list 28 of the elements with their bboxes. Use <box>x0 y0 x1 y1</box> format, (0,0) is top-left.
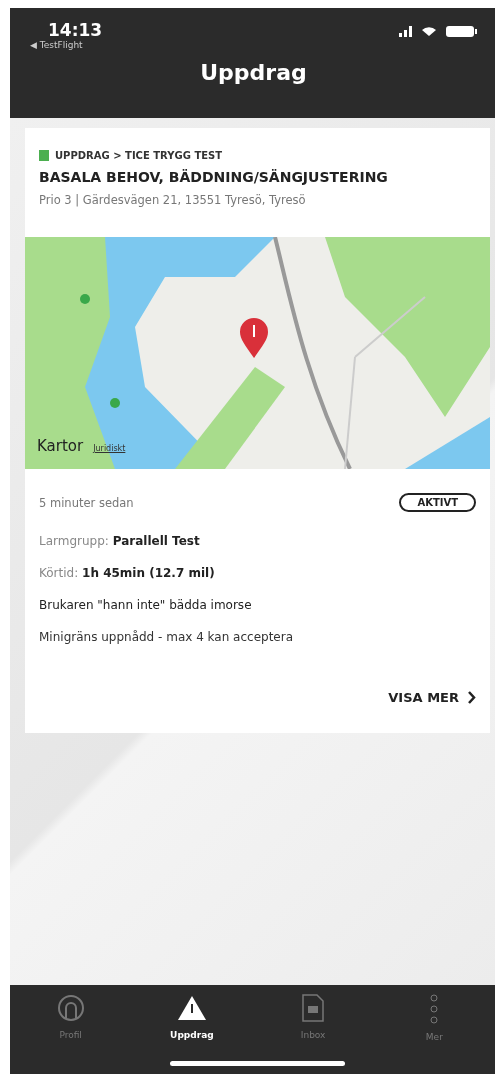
status-time: 14:13 <box>48 20 103 40</box>
assignment-address: Prio 3 | Gärdesvägen 21, 13551 Tyresö, Tyresö <box>39 193 307 207</box>
detail-line: Larmgrupp: Parallell Test <box>39 534 201 548</box>
status-badge: AKTIVT <box>399 493 476 512</box>
legal-link[interactable]: Juridiskt <box>93 444 126 453</box>
back-to-app-link[interactable]: ◀ TestFlight <box>30 40 103 50</box>
screen-title: Uppdrag <box>199 60 308 85</box>
note-line: Brukaren "hann inte" bädda imorse <box>39 598 253 612</box>
person-icon <box>56 994 85 1022</box>
detail-line: Körtid: 1h 45min (12.7 mil) <box>39 566 216 580</box>
maps-attribution: Kartor <box>37 437 84 455</box>
time-ago: 5 minuter sedan <box>39 495 134 510</box>
tab-item[interactable]: Uppdrag <box>131 993 253 1045</box>
battery-icon <box>446 26 477 37</box>
show-more-link[interactable]: VISA MER <box>388 690 476 705</box>
document-icon <box>302 994 325 1022</box>
map-view[interactable]: Kartor Juridiskt <box>25 237 490 469</box>
warning-icon <box>176 994 207 1022</box>
location-pin-icon <box>239 317 269 359</box>
assignment-card[interactable] <box>25 128 490 733</box>
signal-icon <box>399 26 412 37</box>
chevron-icon <box>467 691 476 704</box>
breadcrumb: UPPDRAG > TICE TRYGG TEST <box>55 150 223 161</box>
priority-square-icon <box>39 150 49 161</box>
wifi-icon <box>422 27 436 36</box>
assignment-title: BASALA BEHOV, BÄDDNING/SÄNGJUSTERING <box>39 169 389 185</box>
limit-line: Minigräns uppnådd - max 4 kan acceptera <box>39 630 295 644</box>
more-icon <box>429 994 440 1024</box>
